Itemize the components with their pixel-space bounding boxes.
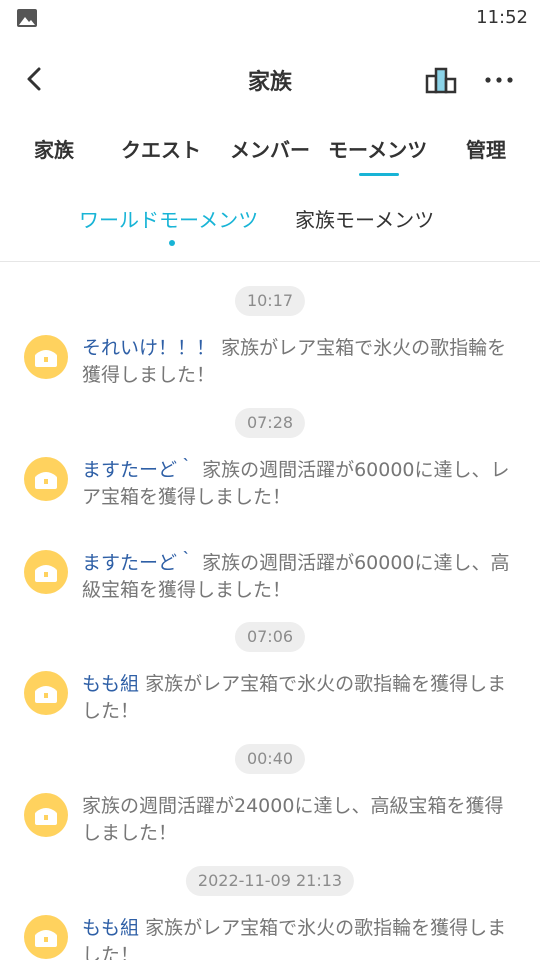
member-name-link[interactable]: ますたーど｀: [82, 552, 196, 574]
member-name-link[interactable]: それいけ！！！: [82, 337, 215, 359]
treasure-chest-icon: [24, 671, 68, 715]
subtab-world-moments[interactable]: ワールドモーメンツ: [79, 204, 258, 233]
tab-members[interactable]: メンバー: [230, 134, 310, 163]
status-bar: 11:52: [0, 0, 540, 38]
tab-manage[interactable]: 管理: [466, 134, 506, 163]
treasure-chest-icon: [24, 457, 68, 501]
treasure-chest-icon: [24, 915, 68, 959]
treasure-chest-icon: [24, 550, 68, 594]
ranking-podium-icon[interactable]: [422, 63, 460, 97]
time-separator: 00:40: [234, 744, 306, 774]
tab-family[interactable]: 家族: [34, 134, 74, 163]
moments-feed[interactable]: 10:17 それいけ！！！ 家族がレア宝箱で氷火の歌指輪を獲得しました！ 07:…: [0, 262, 540, 960]
active-tab-indicator: [359, 173, 399, 176]
tab-moments[interactable]: モーメンツ: [328, 134, 427, 163]
moment-text: 家族の週間活躍が24000に達し、高級宝箱を獲得しました！: [82, 795, 504, 844]
member-name-link[interactable]: もも組: [82, 917, 139, 939]
time-separator: 07:28: [234, 408, 306, 438]
member-name-link[interactable]: もも組: [82, 673, 139, 695]
status-time: 11:52: [476, 7, 528, 28]
app-bar: 家族: [0, 38, 540, 120]
member-name-link[interactable]: ますたーど｀: [82, 459, 196, 481]
time-separator: 10:17: [234, 286, 306, 316]
time-separator: 2022-11-09 21:13: [185, 866, 355, 896]
treasure-chest-icon: [24, 793, 68, 837]
tab-quest[interactable]: クエスト: [121, 134, 201, 163]
subtab-family-moments[interactable]: 家族モーメンツ: [295, 204, 434, 233]
main-tabs: 家族 クエスト メンバー モーメンツ 管理: [0, 134, 540, 182]
moment-text: 家族がレア宝箱で氷火の歌指輪を獲得しました！: [82, 673, 507, 722]
more-dots-icon[interactable]: [480, 63, 518, 97]
sub-tabs: ワールドモーメンツ 家族モーメンツ: [0, 204, 540, 256]
moment-text: 家族がレア宝箱で氷火の歌指輪を獲得しました！: [82, 917, 507, 960]
treasure-chest-icon: [24, 335, 68, 379]
image-icon: [17, 9, 37, 27]
time-separator: 07:06: [234, 622, 306, 652]
active-subtab-indicator: [169, 240, 175, 246]
